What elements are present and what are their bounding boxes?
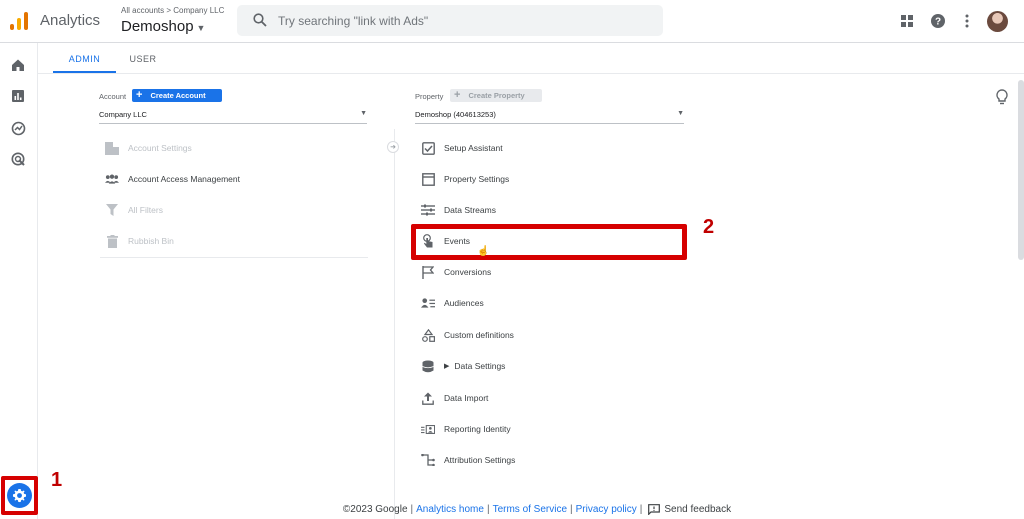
menu-item-label: Data Streams [444, 205, 496, 215]
more-vert-icon[interactable] [958, 12, 976, 30]
property-name: Demoshop [121, 18, 194, 35]
advertising-icon[interactable] [9, 150, 27, 168]
analytics-logo-icon[interactable] [10, 12, 28, 30]
menu-item-label: Account Access Management [128, 174, 240, 184]
column-divider [394, 129, 395, 519]
reporting-identity-item[interactable]: Reporting Identity [421, 419, 511, 439]
menu-item-label: Rubbish Bin [128, 236, 174, 246]
shapes-icon [421, 328, 435, 342]
data-settings-item[interactable]: ▶ Data Settings [421, 356, 505, 376]
send-feedback-link[interactable]: Send feedback [648, 504, 731, 515]
menu-item-label: Setup Assistant [444, 143, 503, 153]
menu-item-label: Account Settings [128, 143, 192, 153]
lightbulb-icon[interactable] [995, 89, 1009, 105]
events-highlight-box [411, 224, 687, 260]
custom-definitions-item[interactable]: Custom definitions [421, 325, 514, 345]
account-selector[interactable]: Company LLC ▼ [99, 110, 367, 124]
tab-admin[interactable]: ADMIN [53, 43, 116, 73]
terms-link[interactable]: Terms of Service [493, 504, 567, 515]
all-filters-item[interactable]: All Filters [105, 200, 163, 220]
property-settings-item[interactable]: Property Settings [421, 169, 509, 189]
caret-down-icon: ▼ [196, 23, 206, 33]
home-icon[interactable] [9, 56, 27, 74]
filter-icon [105, 203, 119, 217]
property-selector[interactable]: Demoshop (404613253) ▼ [415, 110, 684, 124]
attribution-icon [421, 453, 435, 467]
checkbox-icon [421, 141, 435, 155]
dropdown-arrow-icon: ▼ [360, 110, 367, 117]
account-selected-value: Company LLC [99, 110, 147, 119]
window-icon [421, 172, 435, 186]
breadcrumb[interactable]: All accounts > Company LLC [121, 6, 224, 15]
plus-icon: + [136, 89, 143, 101]
create-account-label: Create Account [150, 91, 206, 100]
help-icon[interactable]: ? [929, 12, 947, 30]
account-label: Account [99, 92, 127, 101]
privacy-link[interactable]: Privacy policy [576, 504, 637, 515]
property-label: Property [415, 92, 444, 101]
copyright-text: ©2023 Google [342, 503, 408, 515]
flag-icon [421, 265, 435, 279]
menu-item-label: Reporting Identity [444, 424, 511, 434]
create-account-button[interactable]: + Create Account [132, 89, 222, 102]
conversions-item[interactable]: Conversions [421, 262, 491, 282]
setup-assistant-item[interactable]: Setup Assistant [421, 138, 503, 158]
people-icon [105, 172, 119, 186]
tabs-divider [38, 73, 1024, 74]
database-icon [421, 359, 435, 373]
account-settings-item[interactable]: Account Settings [105, 138, 192, 158]
search-bar[interactable] [237, 5, 663, 36]
create-property-label: Create Property [468, 91, 525, 100]
explore-icon[interactable] [9, 119, 27, 137]
identity-icon [421, 422, 435, 436]
tab-user[interactable]: USER [116, 43, 170, 73]
audiences-item[interactable]: Audiences [421, 293, 484, 313]
dropdown-arrow-icon: ▼ [677, 110, 684, 117]
analytics-home-link[interactable]: Analytics home [416, 504, 484, 515]
pointer-cursor-icon: ☝ [477, 246, 490, 257]
search-icon [253, 13, 267, 27]
app-name: Analytics [40, 12, 101, 29]
property-selected-value: Demoshop (404613253) [415, 110, 496, 119]
footer: ©2023 Google | Analytics home | Terms of… [342, 503, 732, 515]
expand-arrow-icon[interactable]: ▶ [444, 362, 449, 370]
left-nav-rail [0, 43, 38, 519]
building-icon [105, 141, 119, 155]
data-streams-item[interactable]: Data Streams [421, 200, 496, 220]
account-access-management-item[interactable]: Account Access Management [105, 169, 240, 189]
trash-icon [105, 234, 119, 248]
top-bar: Analytics All accounts > Company LLC Dem… [0, 0, 1024, 43]
step-1-marker: 1 [51, 469, 63, 491]
menu-item-label: Data Import [444, 393, 489, 403]
menu-item-label: Data Settings [454, 361, 506, 371]
menu-item-label: Conversions [444, 267, 492, 277]
audience-icon [421, 296, 435, 310]
svg-text:?: ? [935, 17, 941, 28]
property-picker[interactable]: Demoshop ▼ [121, 18, 205, 35]
menu-item-label: Custom definitions [444, 330, 514, 340]
menu-item-label: Property Settings [444, 174, 510, 184]
data-import-item[interactable]: Data Import [421, 388, 488, 408]
apps-grid-icon[interactable] [898, 12, 916, 30]
search-input[interactable] [278, 12, 638, 29]
avatar[interactable] [987, 11, 1008, 32]
send-feedback-label: Send feedback [664, 503, 732, 515]
menu-item-label: Audiences [444, 298, 484, 308]
feedback-icon [648, 503, 661, 515]
step-2-marker: 2 [703, 216, 715, 238]
rubbish-bin-item[interactable]: Rubbish Bin [105, 231, 174, 251]
attribution-settings-item[interactable]: Attribution Settings [421, 450, 515, 470]
account-column-divider [100, 257, 368, 258]
menu-item-label: Attribution Settings [444, 455, 516, 465]
arrow-right-icon[interactable]: ➜ [387, 141, 399, 153]
menu-item-label: All Filters [128, 205, 163, 215]
streams-icon [421, 203, 435, 217]
reports-icon[interactable] [9, 87, 27, 105]
plus-icon: + [454, 89, 461, 101]
page-scrollbar[interactable] [1018, 80, 1024, 260]
upload-icon [421, 391, 435, 405]
create-property-button[interactable]: + Create Property [450, 89, 542, 102]
